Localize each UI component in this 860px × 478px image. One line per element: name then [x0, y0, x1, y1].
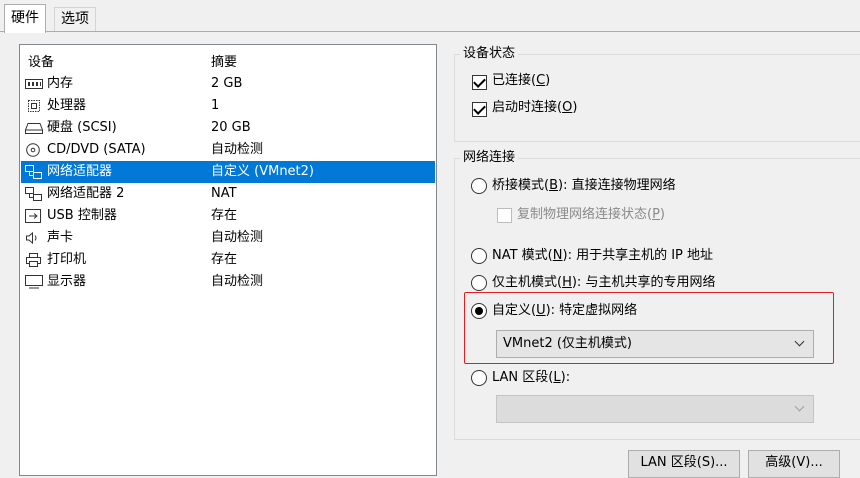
device-name: 处理器: [47, 98, 87, 113]
printer-icon: [26, 253, 41, 267]
memory-icon: [25, 79, 43, 89]
connect-at-power-on-label[interactable]: 启动时连接(O): [492, 99, 577, 117]
processor-icon: [28, 100, 40, 112]
lan-segment-radio[interactable]: [471, 370, 487, 386]
network-adapter-icon: [25, 165, 42, 179]
connected-label[interactable]: 已连接(C): [492, 72, 550, 90]
usb-icon: [25, 209, 41, 223]
network-adapter-icon: [25, 187, 42, 201]
replicate-state-label[interactable]: 复制物理网络连接状态(P): [517, 206, 665, 224]
device-summary: 自动检测: [211, 230, 264, 245]
sound-icon: [26, 231, 37, 245]
network-connection-title: 网络连接: [460, 150, 519, 166]
cd-dvd-icon: [26, 143, 40, 157]
device-status-title: 设备状态: [460, 46, 519, 62]
column-header-summary[interactable]: 摘要: [211, 51, 237, 70]
device-name: CD/DVD (SATA): [47, 142, 146, 157]
connected-checkbox[interactable]: [472, 75, 487, 90]
device-name: USB 控制器: [47, 208, 117, 223]
host-only-radio[interactable]: [471, 275, 487, 291]
device-row-processor[interactable]: 处理器 1: [21, 95, 435, 117]
device-summary: 存在: [211, 252, 238, 267]
tab-hardware[interactable]: 硬件: [4, 4, 46, 33]
device-name: 硬盘 (SCSI): [47, 120, 117, 135]
device-status-group: [454, 54, 860, 142]
lan-segments-button[interactable]: LAN 区段(S)...: [628, 450, 740, 478]
device-row-memory[interactable]: 内存 2 GB: [21, 73, 435, 95]
device-list[interactable]: 设备 摘要 内存 2 GB 处理器 1 硬盘 (SCSI) 20 GB CD/D…: [19, 44, 437, 476]
advanced-button[interactable]: 高级(V)...: [748, 450, 840, 478]
tab-options[interactable]: 选项: [54, 7, 96, 31]
bridged-label[interactable]: 桥接模式(B): 直接连接物理网络: [492, 177, 676, 195]
device-name: 打印机: [47, 252, 87, 267]
device-summary: 2 GB: [211, 76, 243, 91]
device-row-display[interactable]: 显示器 自动检测: [21, 271, 435, 293]
device-name: 网络适配器 2: [47, 186, 125, 201]
device-row-harddisk[interactable]: 硬盘 (SCSI) 20 GB: [21, 117, 435, 139]
nat-label[interactable]: NAT 模式(N): 用于共享主机的 IP 地址: [492, 247, 713, 265]
device-row-printer[interactable]: 打印机 存在: [21, 249, 435, 271]
device-summary: 自动检测: [211, 274, 264, 289]
highlight-box: [464, 292, 834, 364]
bridged-radio[interactable]: [471, 178, 487, 194]
tab-strip: 硬件 选项: [0, 0, 860, 33]
device-row-network-adapter[interactable]: 网络适配器 自定义 (VMnet2): [21, 161, 435, 183]
device-name: 网络适配器: [47, 164, 113, 179]
chevron-down-icon: [794, 401, 805, 412]
device-row-sound-card[interactable]: 声卡 自动检测: [21, 227, 435, 249]
device-name: 内存: [47, 76, 74, 91]
device-name: 声卡: [47, 230, 74, 245]
host-only-label[interactable]: 仅主机模式(H): 与主机共享的专用网络: [492, 274, 715, 292]
lan-segment-label[interactable]: LAN 区段(L):: [492, 369, 570, 387]
harddisk-icon: [25, 123, 43, 134]
display-icon: [25, 275, 43, 289]
tab-divider: [0, 31, 860, 32]
device-name: 显示器: [47, 274, 87, 289]
device-row-cd-dvd[interactable]: CD/DVD (SATA) 自动检测: [21, 139, 435, 161]
lan-segment-select[interactable]: [496, 395, 814, 423]
connect-at-power-on-checkbox[interactable]: [472, 102, 487, 117]
device-row-usb[interactable]: USB 控制器 存在: [21, 205, 435, 227]
replicate-state-checkbox[interactable]: [497, 208, 512, 223]
device-row-network-adapter-2[interactable]: 网络适配器 2 NAT: [21, 183, 435, 205]
device-summary: NAT: [211, 186, 237, 201]
device-summary: 自动检测: [211, 142, 264, 157]
device-summary: 20 GB: [211, 120, 251, 135]
device-summary: 自定义 (VMnet2): [211, 164, 314, 179]
device-summary: 存在: [211, 208, 238, 223]
nat-radio[interactable]: [471, 248, 487, 264]
device-summary: 1: [211, 98, 220, 113]
column-header-device[interactable]: 设备: [28, 51, 54, 70]
